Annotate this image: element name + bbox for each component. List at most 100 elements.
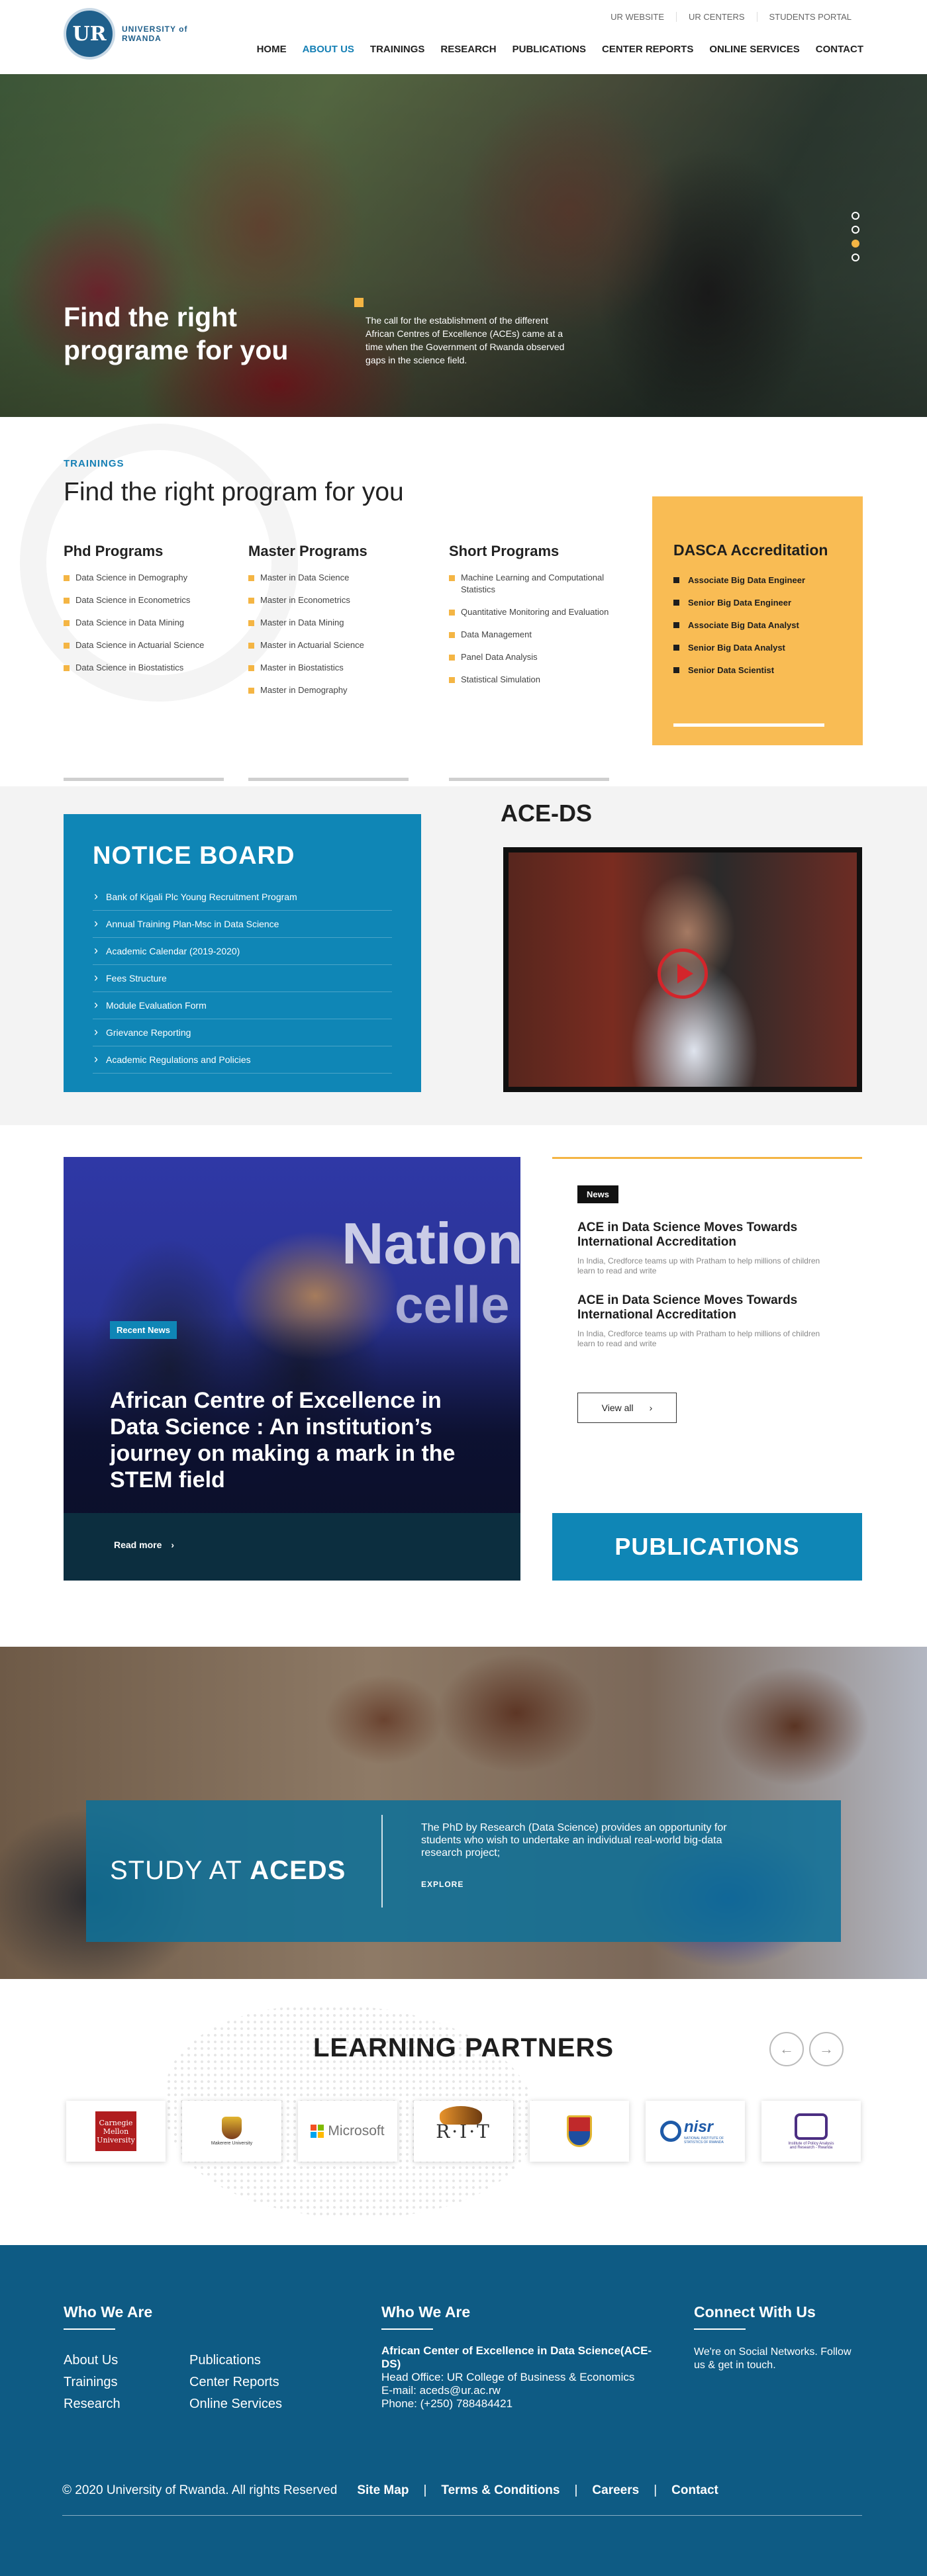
footer-link-center-reports[interactable]: Center Reports — [189, 2371, 282, 2393]
footer-link-publications[interactable]: Publications — [189, 2350, 282, 2371]
nav-center-reports[interactable]: CENTER REPORTS — [602, 44, 693, 59]
featured-news-title[interactable]: African Centre of Excellence in Data Sci… — [110, 1387, 494, 1493]
read-more-button[interactable]: Read more › — [64, 1513, 520, 1581]
dasca-accreditation-card: DASCA Accreditation Associate Big Data E… — [652, 496, 863, 745]
nav-trainings[interactable]: TRAININGS — [370, 44, 425, 59]
dasca-link[interactable]: Senior Big Data Analyst — [673, 643, 842, 653]
footer-link-about-us[interactable]: About Us — [64, 2350, 121, 2371]
footer-link-site-map[interactable]: Site Map — [357, 2483, 409, 2498]
program-link[interactable]: Statistical Simulation — [449, 674, 609, 686]
program-link[interactable]: Master in Data Mining — [248, 617, 409, 629]
publications-button[interactable]: PUBLICATIONS — [552, 1513, 862, 1581]
org-name: African Center of Excellence in Data Sci… — [381, 2344, 652, 2370]
nav-research[interactable]: RESEARCH — [440, 44, 496, 59]
nisr-ring-icon — [660, 2121, 681, 2142]
news-item-title[interactable]: ACE in Data Science Moves Towards Intern… — [577, 1293, 842, 1322]
partner-nisr[interactable]: nisr NATIONAL INSTITUTE OF STATISTICS OF… — [646, 2101, 745, 2162]
footer-bottom-rule — [62, 2515, 862, 2516]
news-item[interactable]: ACE in Data Science Moves Towards Intern… — [577, 1220, 842, 1276]
program-link[interactable]: Master in Demography — [248, 684, 409, 696]
nav-publications[interactable]: PUBLICATIONS — [512, 44, 586, 59]
partner-makerere[interactable]: Makerere University — [182, 2101, 281, 2162]
slider-dot[interactable] — [852, 212, 859, 220]
separator: | — [423, 2483, 427, 2497]
dasca-link[interactable]: Senior Big Data Engineer — [673, 598, 842, 608]
view-all-label: View all — [601, 1403, 634, 1413]
program-link[interactable]: Data Science in Actuarial Science — [64, 639, 224, 651]
program-link[interactable]: Data Science in Data Mining — [64, 617, 224, 629]
nav-online-services[interactable]: ONLINE SERVICES — [709, 44, 799, 59]
program-link[interactable]: Data Science in Econometrics — [64, 594, 224, 606]
news-item[interactable]: ACE in Data Science Moves Towards Intern… — [577, 1293, 842, 1349]
footer-connect-title: Connect With Us — [694, 2303, 816, 2321]
footer-link-careers[interactable]: Careers — [592, 2483, 639, 2498]
slider-dot-active[interactable] — [852, 240, 859, 248]
notice-link[interactable]: Academic Regulations and Policies — [93, 1046, 392, 1074]
top-link-students-portal[interactable]: STUDENTS PORTAL — [756, 12, 863, 22]
notice-link[interactable]: Fees Structure — [93, 965, 392, 992]
rit-logo: R·I·T — [436, 2105, 491, 2142]
program-link[interactable]: Machine Learning and Computational Stati… — [449, 572, 609, 596]
learning-partners: LEARNING PARTNERS ← → Carnegie Mellon Un… — [0, 1979, 927, 2245]
program-link[interactable]: Master in Biostatistics — [248, 662, 409, 674]
main-nav: HOME ABOUT US TRAININGS RESEARCH PUBLICA… — [241, 44, 863, 59]
program-link[interactable]: Panel Data Analysis — [449, 651, 609, 663]
notice-link[interactable]: Module Evaluation Form — [93, 992, 392, 1019]
news-item-title[interactable]: ACE in Data Science Moves Towards Intern… — [577, 1220, 842, 1250]
top-link-ur-website[interactable]: UR WEBSITE — [599, 12, 676, 22]
slider-dots — [852, 212, 859, 267]
top-links: UR WEBSITE UR CENTERS STUDENTS PORTAL — [599, 12, 863, 22]
play-icon[interactable] — [658, 948, 708, 999]
notice-link[interactable]: Annual Training Plan-Msc in Data Science — [93, 911, 392, 938]
footer-link-contact[interactable]: Contact — [671, 2483, 718, 2498]
nav-contact[interactable]: CONTACT — [816, 44, 863, 59]
slider-dot[interactable] — [852, 253, 859, 261]
column-divider — [449, 778, 609, 781]
program-link[interactable]: Master in Actuarial Science — [248, 639, 409, 651]
nav-home[interactable]: HOME — [257, 44, 287, 59]
carousel-next-icon[interactable]: → — [809, 2032, 844, 2066]
makerere-logo: Makerere University — [211, 2117, 252, 2146]
contact-phone[interactable]: Phone: (+250) 788484421 — [381, 2397, 653, 2411]
partner-rit[interactable]: R·I·T — [414, 2101, 513, 2162]
footer-link-online-services[interactable]: Online Services — [189, 2393, 282, 2415]
footer-link-terms[interactable]: Terms & Conditions — [441, 2483, 560, 2498]
contact-email[interactable]: E-mail: aceds@ur.ac.rw — [381, 2384, 653, 2397]
ace-ds-title: ACE-DS — [501, 800, 593, 827]
partner-university-shield[interactable] — [530, 2101, 629, 2162]
program-link[interactable]: Master in Econometrics — [248, 594, 409, 606]
explore-link[interactable]: EXPLORE — [421, 1880, 464, 1889]
partner-microsoft[interactable]: Microsoft — [298, 2101, 397, 2162]
footer-rule — [64, 2328, 115, 2330]
featured-news-card[interactable]: Nation celle Recent News African Centre … — [64, 1157, 520, 1581]
university-logo[interactable]: UR UNIVERSITY of RWANDA — [64, 8, 187, 60]
carnegie-mellon-logo: Carnegie Mellon University — [95, 2111, 136, 2151]
dasca-link[interactable]: Associate Big Data Analyst — [673, 620, 842, 630]
slider-dot[interactable] — [852, 226, 859, 234]
program-link[interactable]: Data Science in Biostatistics — [64, 662, 224, 674]
top-link-ur-centers[interactable]: UR CENTERS — [676, 12, 757, 22]
notice-link[interactable]: Bank of Kigali Plc Young Recruitment Pro… — [93, 884, 392, 911]
footer-link-trainings[interactable]: Trainings — [64, 2371, 121, 2393]
program-link[interactable]: Data Management — [449, 629, 609, 641]
master-programs: Master Programs Master in Data Science M… — [248, 543, 409, 781]
news-item-summary: In India, Credforce teams up with Pratha… — [577, 1329, 820, 1348]
carousel-prev-icon[interactable]: ← — [769, 2032, 804, 2066]
short-programs-title: Short Programs — [449, 543, 560, 559]
footer-link-research[interactable]: Research — [64, 2393, 121, 2415]
nav-about-us[interactable]: ABOUT US — [303, 44, 354, 59]
dasca-link[interactable]: Senior Data Scientist — [673, 665, 842, 675]
dasca-link[interactable]: Associate Big Data Engineer — [673, 575, 842, 585]
site-footer: Who We Are About Us Trainings Research P… — [0, 2245, 927, 2576]
program-link[interactable]: Quantitative Monitoring and Evaluation — [449, 606, 609, 618]
notice-link[interactable]: Grievance Reporting — [93, 1019, 392, 1046]
notice-link[interactable]: Academic Calendar (2019-2020) — [93, 938, 392, 965]
recent-news-tag: Recent News — [110, 1321, 177, 1339]
trainings-section: TRAININGS Find the right program for you… — [0, 417, 927, 786]
ace-ds-video[interactable] — [503, 847, 862, 1092]
partner-ipar[interactable]: Institute of Policy Analysis and Researc… — [761, 2101, 861, 2162]
program-link[interactable]: Master in Data Science — [248, 572, 409, 584]
partner-carnegie-mellon[interactable]: Carnegie Mellon University — [66, 2101, 166, 2162]
program-link[interactable]: Data Science in Demography — [64, 572, 224, 584]
view-all-button[interactable]: View all › — [577, 1393, 677, 1423]
